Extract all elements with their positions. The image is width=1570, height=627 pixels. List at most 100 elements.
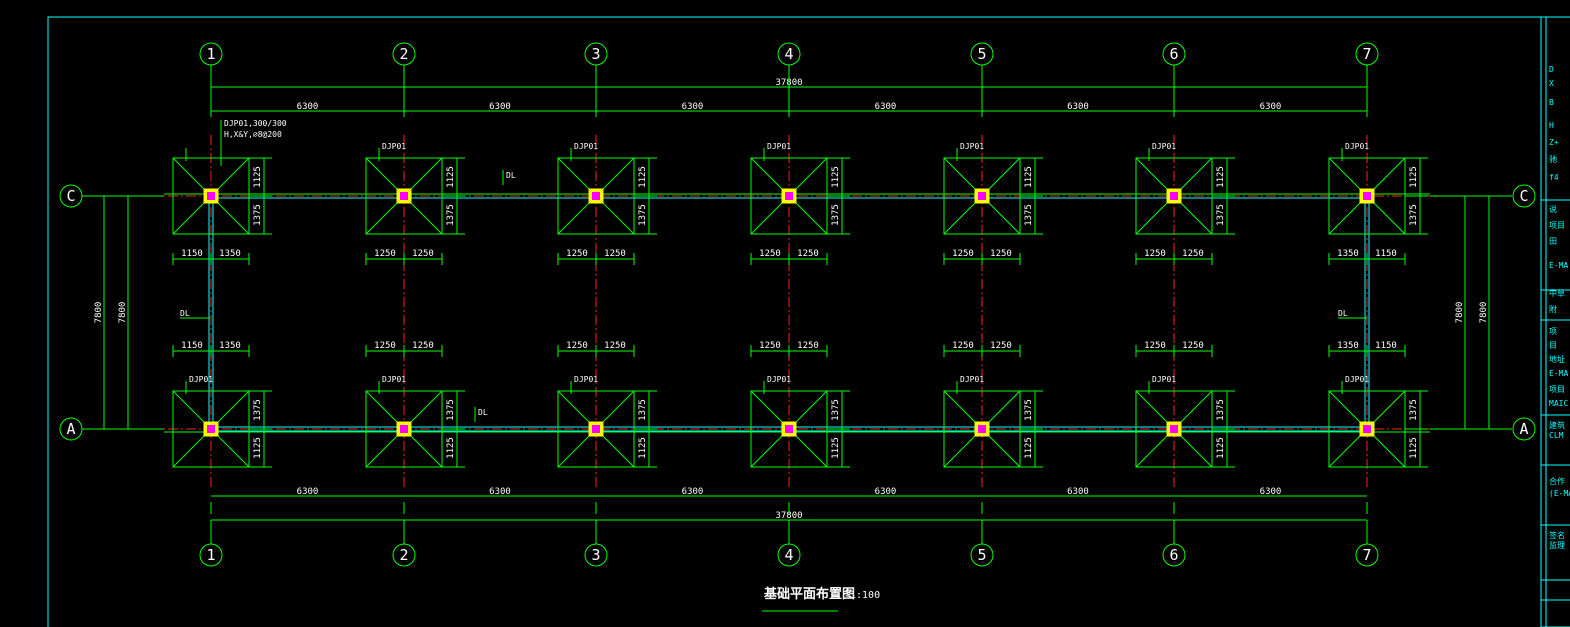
- column-hatch: [400, 425, 408, 433]
- footing-tag: DJP01: [767, 142, 791, 151]
- dim-text: 1250: [759, 341, 781, 351]
- dim-text: 1375: [253, 204, 263, 226]
- footing-A2: DJP01 1375 1125 1250 1250: [365, 341, 465, 468]
- footing-tag: DJP01: [960, 375, 984, 384]
- drawing-title: 基础平面布置图: [763, 586, 855, 602]
- grid-bubble-label: 4: [784, 45, 793, 63]
- title-block-label: 项目: [1549, 385, 1565, 394]
- title-block-label: X: [1549, 79, 1554, 88]
- title-block-label: 附: [1549, 304, 1557, 314]
- title-block-label: E-MA: [1549, 261, 1568, 270]
- grid-bubble-label: 2: [399, 546, 408, 564]
- footings: 112513751150 1350DJP01137511251150 1350DJP…: [172, 142, 1428, 468]
- dim-text-rows: 7800: [118, 302, 128, 324]
- dim-text: 1350: [1337, 341, 1359, 351]
- footing-tag: DJP01: [189, 375, 213, 384]
- dim-text: 1250: [1144, 341, 1166, 351]
- footing-A6: DJP01 1375 1125 1250 1250: [1135, 341, 1235, 468]
- dim-text: 1375: [1409, 204, 1419, 226]
- grid-bubble-label: A: [1519, 420, 1528, 438]
- grid-bubble-bottom-5: 5: [970, 543, 994, 567]
- column-hatch: [1170, 192, 1178, 200]
- dim-text: 1375: [1409, 399, 1419, 421]
- dim-text: 1150: [1375, 341, 1397, 351]
- column-hatch: [1363, 425, 1371, 433]
- dim-text: 1125: [831, 437, 841, 459]
- title-block-label: 合作: [1549, 476, 1565, 486]
- dim-text: 1250: [1182, 341, 1204, 351]
- dim-text: 1250: [952, 249, 974, 259]
- title-block-label: 地址: [1549, 354, 1565, 364]
- beam-tag: DL: [478, 408, 488, 417]
- dim-text: 1350: [219, 341, 241, 351]
- dim-text: 1250: [374, 249, 396, 259]
- column-hatch: [1170, 425, 1178, 433]
- dim-text: 1375: [253, 399, 263, 421]
- footing-C5: DJP01 1125 1375 1250 1250: [943, 142, 1043, 265]
- dim-text: 1375: [446, 399, 456, 421]
- beam-tag: DL: [1338, 309, 1348, 318]
- grid-bubble-bottom-7: 7: [1355, 543, 1379, 567]
- title-block-label: B: [1549, 98, 1554, 107]
- column-hatch: [207, 192, 215, 200]
- dim-text: 1250: [566, 249, 588, 259]
- grid-bubble-right-C: C: [1512, 184, 1536, 208]
- grid-bubble-bottom-1: 1: [199, 543, 223, 567]
- dim-text-bay: 6300: [682, 102, 704, 112]
- footing-C2: DJP01 1125 1375 1250 1250: [365, 142, 465, 265]
- dim-text: 1350: [1337, 249, 1359, 259]
- grid-bubble-label: 5: [977, 546, 986, 564]
- grid-bubble-label: A: [66, 420, 75, 438]
- title-block-label: 签名: [1549, 530, 1565, 540]
- footing-tag: DJP01: [382, 375, 406, 384]
- dim-text: 1250: [412, 341, 434, 351]
- dim-text: 1125: [1024, 166, 1034, 188]
- grid-bubble-top-1: 1: [199, 42, 223, 66]
- dim-text: 1125: [1409, 437, 1419, 459]
- dim-text-bay: 6300: [297, 102, 319, 112]
- grid-bubble-label: 5: [977, 45, 986, 63]
- grid-bubble-label: 7: [1362, 45, 1371, 63]
- column-hatch: [785, 425, 793, 433]
- footing-tag: DJP01: [960, 142, 984, 151]
- column-hatch: [400, 192, 408, 200]
- footing-C3: DJP01 1125 1375 1250 1250: [557, 142, 657, 265]
- beam-tag: DL: [506, 171, 516, 180]
- dim-text-rows: 7800: [1479, 302, 1489, 324]
- dim-text: 1125: [1024, 437, 1034, 459]
- title-block: DXBHZ+驰f4说项目田E-MA中草附项目地址E-MA项目MAIC建筑CLM合…: [1541, 16, 1570, 627]
- dim-text-bay: 6300: [682, 487, 704, 497]
- dim-text: 1250: [604, 341, 626, 351]
- dim-text: 1150: [181, 341, 203, 351]
- column-hatch: [592, 192, 600, 200]
- dim-text: 1375: [1024, 399, 1034, 421]
- footing-A5: DJP01 1375 1125 1250 1250: [943, 341, 1043, 468]
- column-hatch: [592, 425, 600, 433]
- dim-text: 1125: [1216, 166, 1226, 188]
- grid-bubble-label: 6: [1169, 45, 1178, 63]
- footing-tag: DJP01: [574, 375, 598, 384]
- footing-C1: 1125 1375 1150 1350: [172, 148, 272, 265]
- dim-text: 1125: [446, 437, 456, 459]
- dim-text: 1350: [219, 249, 241, 259]
- title-block-label: 建筑: [1549, 420, 1565, 430]
- footing-tag: DJP01: [574, 142, 598, 151]
- column-hatch: [978, 192, 986, 200]
- grid-bubble-left-C: C: [59, 184, 83, 208]
- title-block-label: 田: [1549, 237, 1557, 246]
- dim-text: 1250: [374, 341, 396, 351]
- title-block-label: D: [1549, 65, 1554, 74]
- title-block-label: 说: [1549, 204, 1557, 214]
- dimensions: DLDLDL DLDJP01,300/300H,X&Y,⌀8@2003780063…: [82, 65, 1512, 544]
- dim-text: 1375: [1216, 399, 1226, 421]
- grid-bubble-label: 2: [399, 45, 408, 63]
- dim-text: 1250: [759, 249, 781, 259]
- footing-A3: DJP01 1375 1125 1250 1250: [557, 341, 657, 468]
- dim-text: 1250: [797, 249, 819, 259]
- title-block-label: 监理: [1549, 540, 1565, 550]
- title-block-label: 项: [1549, 327, 1557, 336]
- dim-text: 1375: [1216, 204, 1226, 226]
- footing-A4: DJP01 1375 1125 1250 1250: [750, 341, 850, 468]
- dim-text: 1125: [638, 166, 648, 188]
- footing-tag: DJP01: [1345, 142, 1369, 151]
